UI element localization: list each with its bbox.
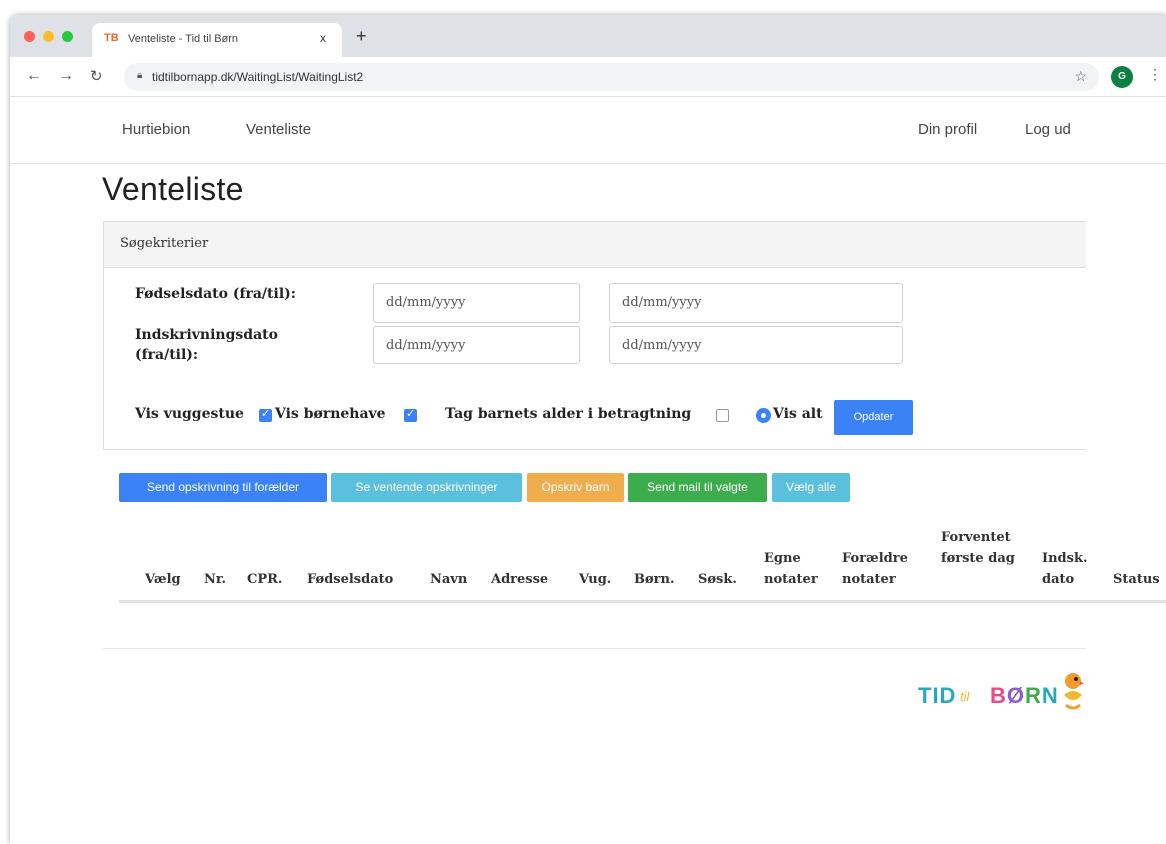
show-nursery-checkbox[interactable] [259, 407, 272, 422]
tab-close-icon[interactable]: x [320, 31, 326, 45]
enroll-date-label: Indskrivningsdato (fra/til): [135, 327, 278, 363]
column-header[interactable]: Navn [430, 569, 467, 590]
close-window-button[interactable] [24, 31, 35, 42]
nav-link-waitlist[interactable]: Venteliste [246, 121, 311, 138]
column-header[interactable]: Adresse [491, 569, 548, 590]
lock-icon: 🔒︎ [137, 70, 143, 81]
column-header[interactable]: Vælg [145, 569, 181, 590]
waitlist-table-header: Vælg Nr. CPR. Fødselsdato Navn Adresse V… [119, 503, 1166, 603]
url-text: tidtilbornapp.dk/WaitingList/WaitingList… [152, 70, 364, 84]
show-all-radio[interactable] [756, 408, 771, 423]
birth-date-label: Fødselsdato (fra/til): [135, 286, 296, 302]
column-header[interactable]: Nr. [204, 569, 226, 590]
logo-tid-text: TID [918, 683, 957, 708]
birth-date-to-input[interactable]: dd/mm/yyyy [609, 283, 903, 323]
nav-link-profile[interactable]: Din profil [918, 121, 977, 138]
update-button[interactable]: Opdater [834, 400, 913, 435]
show-nursery-label: Vis vuggestue [135, 406, 244, 422]
enroll-date-to-input[interactable]: dd/mm/yyyy [609, 326, 903, 364]
reload-icon[interactable]: ↻ [90, 67, 103, 85]
logo-born-text: BØRN [990, 683, 1059, 709]
column-header[interactable]: CPR. [247, 569, 282, 590]
browser-tab[interactable]: TB Venteliste - Tid til Børn x [92, 23, 342, 57]
bird-mascot-icon [1064, 673, 1084, 710]
select-all-button[interactable]: Vælg alle [772, 473, 850, 502]
column-header[interactable]: Indsk. dato [1042, 548, 1102, 590]
more-menu-icon[interactable]: ⋮ [1148, 66, 1162, 83]
show-kindergarten-checkbox[interactable] [404, 407, 417, 422]
column-header[interactable]: Status [1113, 569, 1160, 590]
nav-link-logout[interactable]: Log ud [1025, 121, 1071, 138]
birth-date-from-input[interactable]: dd/mm/yyyy [373, 283, 580, 323]
column-header[interactable]: Forældre notater [842, 548, 932, 590]
footer-divider [103, 648, 1086, 649]
page-content: Hurtiebion Venteliste Din profil Log ud … [10, 97, 1166, 844]
tid-til-born-logo: TID til BØRN [918, 669, 1088, 719]
tab-favicon-icon: TB [104, 32, 119, 44]
column-header[interactable]: Søsk. [698, 569, 737, 590]
logo-til-text: til [960, 689, 970, 704]
address-bar[interactable]: 🔒︎ tidtilbornapp.dk/WaitingList/WaitingL… [124, 63, 1099, 91]
consider-age-checkbox[interactable] [716, 409, 729, 422]
browser-toolbar: ← → ↻ 🔒︎ tidtilbornapp.dk/WaitingList/Wa… [10, 57, 1166, 97]
browser-window: TB Venteliste - Tid til Børn x + ← → ↻ 🔒… [10, 15, 1166, 844]
translate-icon[interactable]: ☆ [1074, 68, 1087, 85]
column-header[interactable]: Børn. [634, 569, 675, 590]
minimize-window-button[interactable] [43, 31, 54, 42]
column-header[interactable]: Vug. [579, 569, 611, 590]
site-navbar: Hurtiebion Venteliste Din profil Log ud [10, 97, 1166, 164]
column-header[interactable]: Forventet første dag [941, 527, 1033, 569]
new-tab-icon[interactable]: + [356, 27, 367, 45]
forward-icon[interactable]: → [58, 67, 74, 85]
create-child-button[interactable]: Opskriv barn [527, 473, 624, 502]
enroll-date-from-input[interactable]: dd/mm/yyyy [373, 326, 580, 364]
send-to-parents-button[interactable]: Send opskrivning til forælder [119, 473, 327, 502]
maximize-window-button[interactable] [62, 31, 73, 42]
consider-age-label: Tag barnets alder i betragtning [445, 406, 692, 422]
logo-born-letters: BØRN [990, 683, 1059, 708]
search-criteria-panel: Søgekriterier Fødselsdato (fra/til): dd/… [103, 221, 1086, 450]
tab-bar: TB Venteliste - Tid til Børn x + [10, 15, 1166, 57]
back-icon[interactable]: ← [26, 67, 42, 85]
page-title: Venteliste [102, 171, 244, 207]
show-kindergarten-label: Vis børnehave [275, 406, 386, 422]
send-mail-button[interactable]: Send mail til valgte [628, 473, 767, 502]
see-pending-button[interactable]: Se ventende opskrivninger [331, 473, 522, 502]
show-all-label: Vis alt [773, 406, 823, 422]
nav-link-home[interactable]: Hurtiebion [122, 121, 190, 138]
column-header[interactable]: Egne notater [764, 548, 834, 590]
search-criteria-header: Søgekriterier [104, 222, 1086, 268]
search-criteria-title: Søgekriterier [120, 236, 209, 251]
profile-avatar[interactable]: G [1111, 66, 1133, 88]
column-header[interactable]: Fødselsdato [307, 569, 393, 590]
tab-title: Venteliste - Tid til Børn [128, 33, 239, 45]
